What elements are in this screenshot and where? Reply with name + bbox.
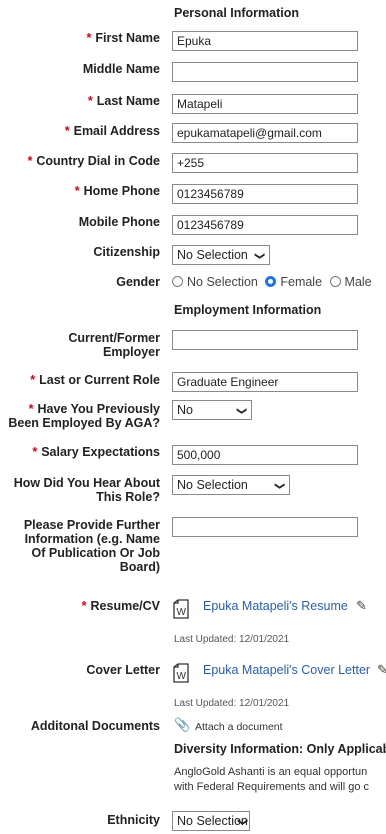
- dial-code-input[interactable]: +255: [172, 153, 358, 173]
- home-phone-label: * Home Phone: [74, 184, 160, 198]
- word-document-icon: W: [172, 599, 190, 622]
- section-employment-information: Employment Information: [174, 303, 322, 317]
- section-personal-information: Personal Information: [174, 6, 300, 20]
- gender-radio-group: No Selection Female Male: [172, 275, 372, 289]
- gender-label: Gender: [116, 275, 160, 289]
- resume-last-updated: Last Updated: 12/01/2021: [174, 634, 290, 645]
- employer-input[interactable]: [172, 330, 358, 350]
- role-input[interactable]: Graduate Engineer: [172, 372, 358, 392]
- gender-option-male[interactable]: Male: [329, 275, 372, 289]
- salary-label: * Salary Expectations: [32, 445, 160, 459]
- attach-document-link[interactable]: Attach a document: [195, 721, 283, 733]
- diversity-paragraph-line1: AngloGold Ashanti is an equal opportun: [174, 766, 368, 778]
- svg-text:W: W: [177, 607, 187, 618]
- previously-employed-label: * Have You Previously Been Employed By AGA…: [8, 402, 160, 430]
- word-document-icon: W: [172, 663, 190, 686]
- cover-letter-link[interactable]: Epuka Matapeli's Cover Letter: [203, 663, 370, 677]
- ethnicity-select[interactable]: No Selection ❯: [172, 811, 250, 831]
- chevron-down-icon: ❯: [253, 251, 265, 261]
- chevron-down-icon: ❯: [235, 406, 247, 416]
- hear-about-label: How Did You Hear About This Role?: [13, 476, 160, 504]
- email-input[interactable]: epukamatapeli@gmail.com: [172, 123, 358, 143]
- gender-option-female[interactable]: Female: [265, 275, 322, 289]
- cover-letter-label: Cover Letter: [86, 663, 160, 677]
- resume-label: * Resume/CV: [81, 599, 160, 613]
- citizenship-label: Citizenship: [93, 245, 160, 259]
- section-diversity-information: Diversity Information: Only Applicabl: [174, 742, 386, 756]
- resume-link[interactable]: Epuka Matapeli's Resume: [203, 599, 348, 613]
- dial-code-label: * Country Dial in Code: [27, 154, 161, 168]
- citizenship-selected-value: No Selection: [177, 248, 248, 262]
- last-name-input[interactable]: Matapeli: [172, 94, 358, 114]
- first-name-label: * First Name: [86, 31, 160, 45]
- radio-unselected-icon: [329, 276, 341, 287]
- radio-selected-icon: [265, 276, 277, 287]
- hear-about-select[interactable]: No Selection ❯: [172, 475, 290, 495]
- cover-letter-last-updated: Last Updated: 12/01/2021: [174, 698, 290, 709]
- first-name-input[interactable]: Epuka: [172, 31, 358, 51]
- hear-about-selected-value: No Selection: [177, 478, 248, 492]
- middle-name-input[interactable]: [172, 62, 358, 82]
- chevron-down-icon: ❯: [236, 817, 248, 827]
- paperclip-icon: 📎: [174, 717, 191, 732]
- middle-name-label: Middle Name: [82, 62, 160, 76]
- mobile-phone-label: Mobile Phone: [78, 215, 160, 229]
- additional-documents-label: Additonal Documents: [30, 719, 160, 733]
- radio-unselected-icon: [172, 276, 183, 287]
- mobile-phone-input[interactable]: 0123456789: [172, 215, 358, 235]
- further-info-label: Please Provide Further Information (e.g.…: [23, 518, 160, 574]
- previously-employed-selected-value: No: [177, 403, 193, 417]
- home-phone-input[interactable]: 0123456789: [172, 184, 358, 204]
- role-label: * Last or Current Role: [30, 373, 160, 387]
- pencil-edit-icon[interactable]: ✎: [377, 662, 386, 678]
- salary-input[interactable]: 500,000: [172, 445, 358, 465]
- gender-option-no-selection[interactable]: No Selection: [172, 275, 258, 289]
- last-name-label: * Last Name: [87, 94, 160, 108]
- email-label: * Email Address: [64, 124, 160, 138]
- chevron-down-icon: ❯: [273, 481, 285, 491]
- citizenship-select[interactable]: No Selection ❯: [172, 245, 270, 265]
- diversity-paragraph-line2: with Federal Requirements and will go c: [174, 781, 370, 793]
- ethnicity-label: Ethnicity: [107, 813, 160, 827]
- employer-label: Current/Former Employer: [68, 331, 160, 359]
- pencil-edit-icon[interactable]: ✎: [356, 598, 367, 614]
- previously-employed-select[interactable]: No ❯: [172, 400, 252, 420]
- svg-text:W: W: [177, 671, 187, 682]
- further-info-input[interactable]: [172, 517, 358, 537]
